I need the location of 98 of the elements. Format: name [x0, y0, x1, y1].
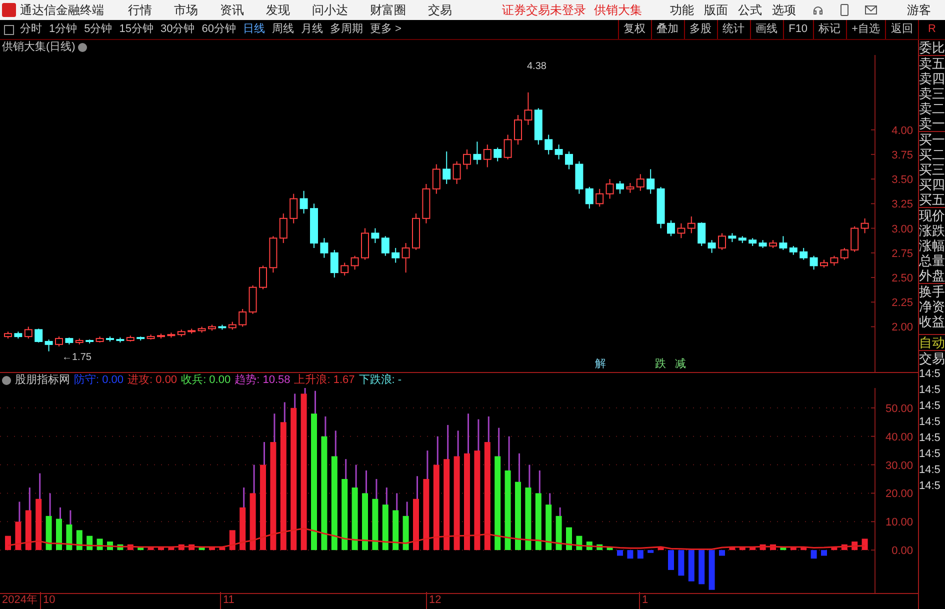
menu-item[interactable]: 功能 [670, 1, 694, 19]
trade-time: 14:5 [919, 415, 942, 430]
quote-field-label: 现价 [919, 207, 945, 223]
menu-item[interactable]: 市场 [174, 1, 198, 19]
app-title: 通达信金融终端 [20, 2, 104, 19]
quote-field-label: 涨跌 [919, 223, 945, 238]
month-label: 11 [220, 592, 426, 609]
side-label[interactable]: 交易 [919, 351, 945, 366]
toolbar-button[interactable]: F10 [782, 20, 813, 39]
trade-time: 14:5 [919, 463, 942, 478]
more-menu[interactable]: 更多 > [370, 21, 402, 38]
toolbar-button[interactable]: 统计 [716, 20, 750, 39]
legend-value: 上升浪: 1.67 [294, 372, 355, 388]
quote-field-label: 买一 [919, 131, 945, 147]
price-label: 3.75 [892, 149, 913, 162]
quote-field-label: 外盘 [919, 268, 945, 283]
period-tab[interactable]: 月线 [301, 21, 323, 38]
quote-field-label: 卖一 [919, 116, 945, 131]
toolbar-button[interactable]: 画线 [750, 20, 783, 39]
legend-value: 下跌浪: - [358, 372, 402, 388]
high-price-label: 4.38 [527, 61, 546, 72]
low-price-label: ←1.75 [62, 352, 92, 363]
menu-item[interactable]: 资讯 [220, 1, 244, 19]
trade-time: 14:5 [919, 399, 942, 414]
signal-marker: 跌 [655, 358, 666, 370]
indicator-name: 股朋指标网 [15, 373, 70, 388]
quote-field-label: 换手 [919, 283, 945, 299]
legend-value: 进攻: 0.00 [128, 373, 178, 388]
year-label: 2024年 [1, 593, 38, 608]
indicator-axis-label: 30.00 [885, 460, 913, 472]
toolbar-button[interactable]: 返回 [885, 20, 918, 39]
month-label: 12 [426, 592, 639, 609]
quote-field-label: 卖四 [919, 71, 945, 86]
period-tab[interactable]: 日线 [243, 21, 265, 38]
login-notice[interactable]: 证券交易未登录 [502, 1, 586, 19]
indicator-axis-label: 10.00 [885, 516, 913, 529]
quote-field-label: 总量 [919, 253, 945, 268]
price-label: 3.00 [892, 223, 913, 236]
trade-time: 14:5 [919, 383, 942, 398]
quote-field-label: 委比 [919, 40, 945, 55]
quote-field-label: 卖五 [919, 55, 945, 71]
stock-name: 供销大集 [594, 2, 642, 19]
price-label: 2.50 [892, 272, 913, 284]
menu-item[interactable]: 问小达 [312, 1, 348, 19]
period-tab[interactable]: 15分钟 [119, 21, 154, 38]
menu-item[interactable]: 版面 [704, 1, 728, 19]
period-tab[interactable]: 多周期 [330, 21, 363, 38]
trade-time: 14:5 [919, 447, 942, 462]
corner-label[interactable]: R [918, 20, 945, 39]
trade-time: 14:5 [919, 431, 942, 446]
period-tab[interactable]: 5分钟 [84, 21, 112, 38]
month-label: 1 [639, 592, 648, 609]
legend-value: 趋势: 10.58 [234, 372, 290, 388]
price-label: 2.25 [892, 297, 913, 310]
price-label: 4.00 [892, 124, 913, 137]
trade-time: 14:5 [919, 479, 942, 494]
toolbar-button[interactable]: 叠加 [650, 20, 684, 39]
indicator-axis-label: 0.00 [892, 545, 913, 558]
quote-field-label: 卖三 [919, 86, 945, 101]
price-label: 2.00 [892, 322, 913, 334]
quote-field-label: 买四 [919, 177, 945, 192]
indicator-axis-label: 20.00 [885, 488, 913, 500]
side-label[interactable]: 自动 [919, 335, 945, 351]
period-tab[interactable]: 周线 [272, 21, 294, 38]
legend-value: 防守: 0.00 [74, 373, 124, 388]
menu-item[interactable]: 交易 [428, 1, 452, 19]
price-label: 3.50 [892, 174, 913, 186]
menu-item[interactable]: 行情 [128, 1, 152, 19]
menu-item[interactable]: 财富圈 [370, 1, 406, 19]
chart-title: 供销大集(日线) [2, 40, 76, 56]
period-tab[interactable]: 30分钟 [160, 21, 195, 38]
quote-field-label: 收益 [919, 314, 945, 329]
signal-marker: 减 [675, 358, 686, 370]
menu-item[interactable]: 发现 [266, 1, 290, 19]
quote-field-label: 买二 [919, 147, 945, 162]
trade-time: 14:5 [919, 367, 942, 382]
legend-value: 收兵: 0.00 [181, 373, 231, 388]
guest-label[interactable]: 游客 [907, 1, 931, 19]
price-label: 2.75 [892, 248, 913, 260]
menu-item[interactable]: 选项 [772, 1, 796, 19]
quote-field-label: 买五 [919, 192, 945, 207]
toolbar-button[interactable]: 标记 [812, 20, 846, 39]
signal-marker: 解 [595, 358, 606, 370]
menu-item[interactable]: 公式 [738, 1, 762, 19]
month-label: 10 [40, 592, 220, 609]
period-tab[interactable]: 分时 [20, 21, 42, 38]
price-label: 3.25 [892, 198, 913, 211]
toolbar-button[interactable]: +自选 [846, 20, 885, 39]
toolbar-button[interactable]: 多股 [684, 20, 717, 39]
quote-field-label: 涨幅 [919, 238, 945, 253]
indicator-axis-label: 40.00 [885, 431, 913, 444]
quote-field-label: 净资 [919, 299, 945, 314]
quote-field-label: 卖二 [919, 101, 945, 116]
period-tab[interactable]: 60分钟 [202, 21, 236, 38]
quote-field-label: 买三 [919, 162, 945, 177]
period-tab[interactable]: 1分钟 [49, 21, 78, 38]
indicator-axis-label: 50.00 [885, 402, 913, 415]
toolbar-button[interactable]: 复权 [618, 20, 651, 39]
